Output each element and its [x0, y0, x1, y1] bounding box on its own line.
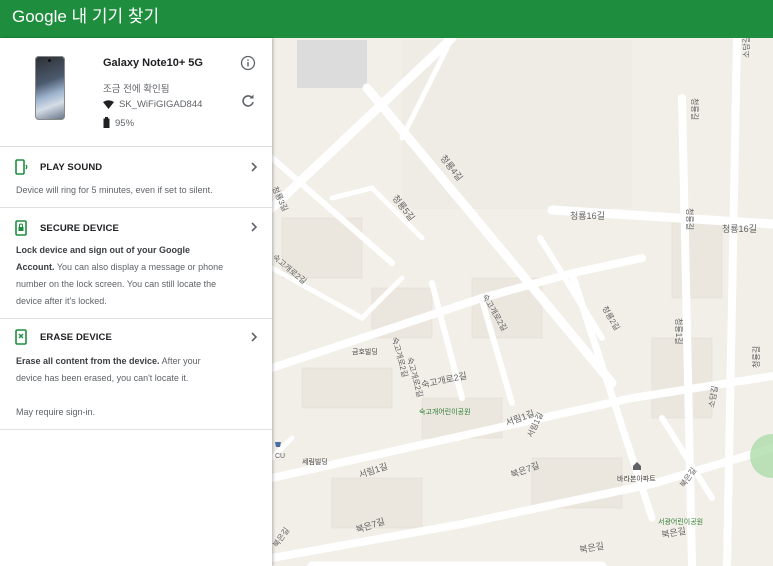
erase-device-title[interactable]: ERASE DEVICE	[40, 332, 112, 343]
map-label: 청룡길	[685, 208, 694, 230]
map-label: 청룡16길	[570, 211, 605, 221]
wifi-name: SK_WiFiGIGAD844	[119, 99, 203, 110]
info-icon[interactable]	[240, 55, 256, 71]
refresh-icon[interactable]	[240, 93, 256, 109]
chevron-right-icon[interactable]	[248, 221, 260, 233]
battery-status: 95%	[103, 117, 134, 129]
app-title: Google 내 기기 찾기	[12, 7, 160, 26]
secure-device-section[interactable]: SECURE DEVICE Lock device and sign out o…	[0, 208, 272, 319]
poi-label: 서광어린이공원	[658, 517, 703, 526]
map-label: 소담길	[741, 38, 751, 58]
wifi-status: SK_WiFiGIGAD844	[103, 99, 202, 110]
wifi-icon	[103, 100, 114, 109]
play-sound-description: Device will ring for 5 minutes, even if …	[16, 185, 213, 195]
phone-ring-icon	[15, 159, 28, 175]
sign-in-note: May require sign-in.	[16, 407, 96, 417]
battery-icon	[103, 117, 110, 128]
cart-icon	[275, 442, 281, 447]
poi-label: 숙고개어린이공원	[419, 407, 471, 416]
battery-level: 95%	[115, 118, 135, 129]
play-sound-title[interactable]: PLAY SOUND	[40, 162, 102, 173]
map-label: 청룡1길	[674, 318, 683, 345]
device-name: Galaxy Note10+ 5G	[103, 57, 203, 69]
phone-erase-icon	[15, 329, 27, 345]
erase-device-description-bold: Erase all content from the device.	[16, 356, 160, 366]
device-image	[35, 56, 65, 120]
map-label: 청룡길	[690, 98, 699, 120]
map-label: 청룡길	[752, 346, 761, 368]
top-bar: Google 내 기기 찾기	[0, 0, 773, 38]
device-card: Galaxy Note10+ 5G 조금 전에 확인됨 SK_WiFiGIGAD…	[0, 38, 272, 147]
map[interactable]: 청룡16길 청룡16길 청룡4길 청룡5길 숙고개로2길 숙고개로2길 숙고개로…	[272, 38, 773, 566]
device-last-seen: 조금 전에 확인됨	[103, 84, 170, 95]
poi-label: 바라본아파트	[617, 474, 656, 483]
map-canvas[interactable]: 청룡16길 청룡16길 청룡4길 청룡5길 숙고개로2길 숙고개로2길 숙고개로…	[272, 38, 773, 566]
secure-device-title[interactable]: SECURE DEVICE	[40, 223, 119, 234]
chevron-right-icon[interactable]	[248, 331, 260, 343]
play-sound-section[interactable]: PLAY SOUND Device will ring for 5 minute…	[0, 146, 272, 208]
phone-lock-icon	[15, 220, 27, 236]
erase-device-description: Erase all content from the device. After…	[16, 353, 211, 387]
poi-label: 세림빌딩	[302, 457, 328, 466]
poi-label: 금호빌딩	[352, 347, 378, 356]
sidebar: Galaxy Note10+ 5G 조금 전에 확인됨 SK_WiFiGIGAD…	[0, 38, 272, 566]
map-label: 청룡16길	[722, 224, 757, 234]
chevron-right-icon[interactable]	[248, 161, 260, 173]
secure-device-description: Lock device and sign out of your Google …	[16, 242, 226, 310]
erase-device-section[interactable]: ERASE DEVICE Erase all content from the …	[0, 319, 272, 430]
map-label: CU	[275, 453, 285, 460]
